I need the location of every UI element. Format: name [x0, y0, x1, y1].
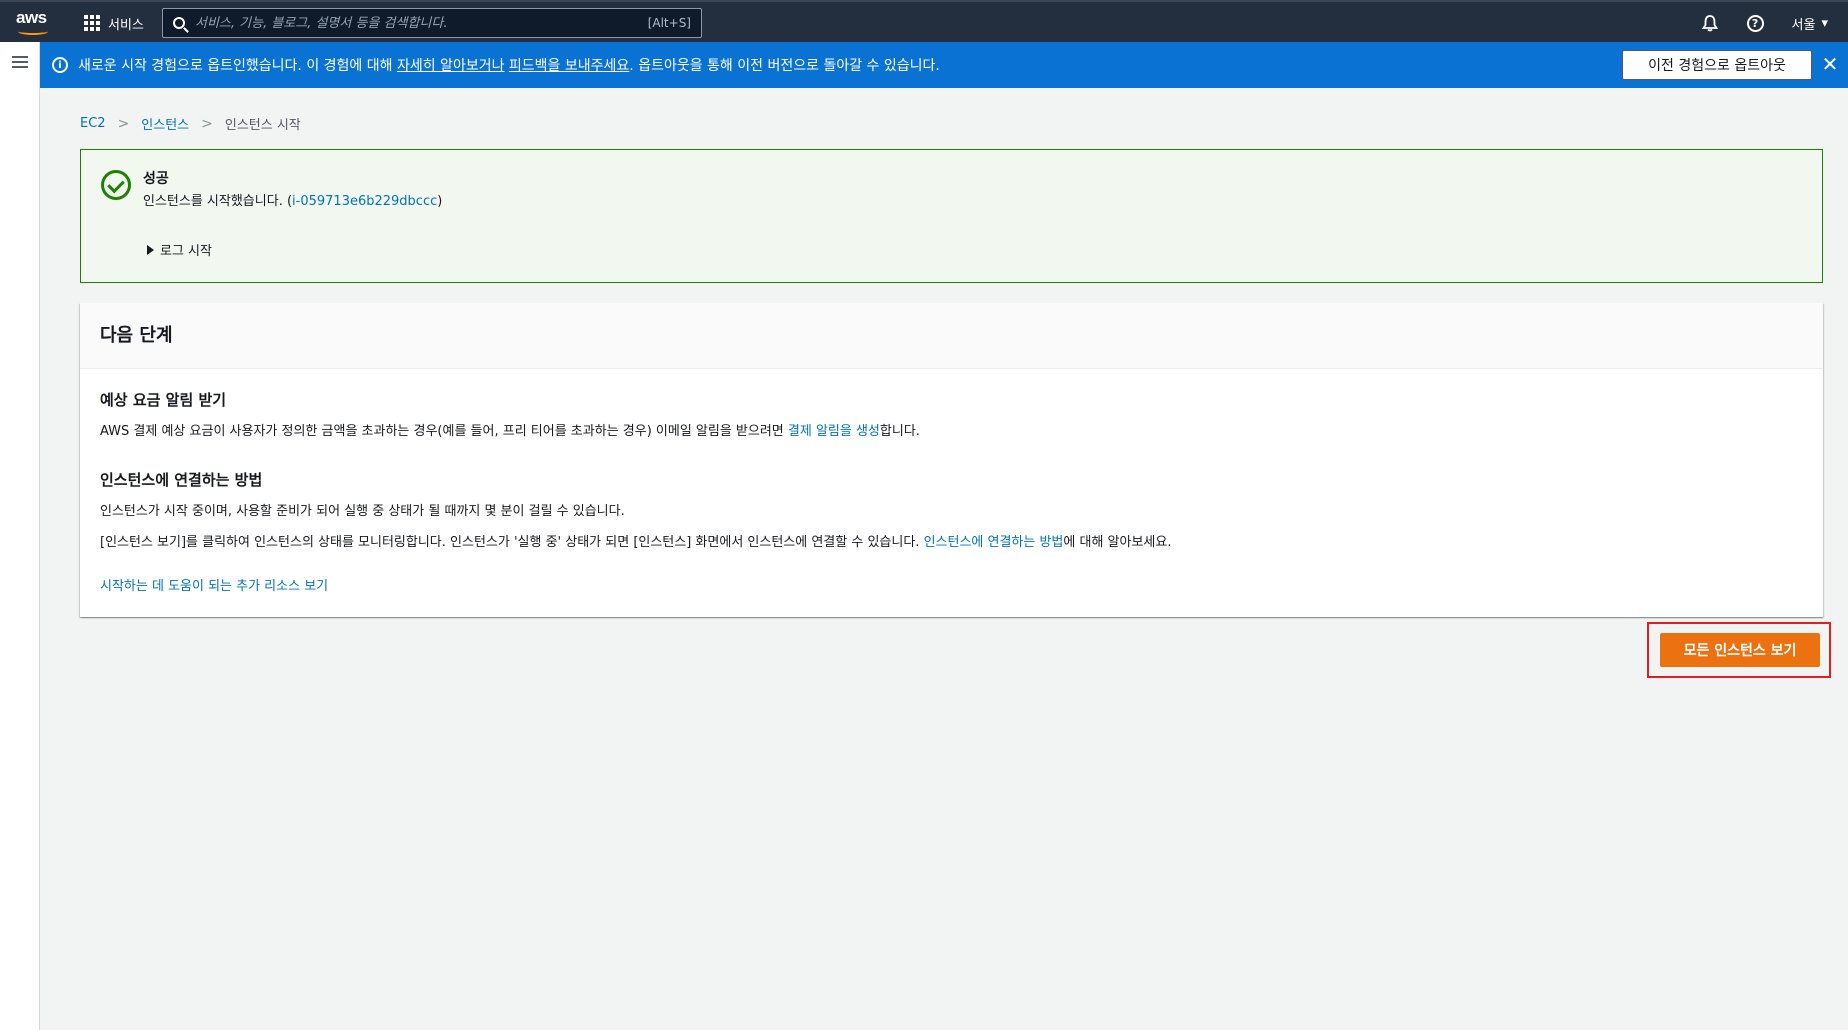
billing-alert-step: 예상 요금 알림 받기 AWS 결제 예상 요금이 사용자가 정의한 금액을 초…: [100, 389, 920, 439]
side-navigation: [0, 42, 40, 1030]
breadcrumb-ec2[interactable]: EC2: [80, 116, 106, 131]
services-label: 서비스: [108, 17, 144, 33]
launch-log-label: 로그 시작: [160, 244, 212, 259]
connect-title: 인스턴스에 연결하는 방법: [100, 471, 263, 489]
success-message: 인스턴스를 시작했습니다. (i-059713e6b229dbccc): [143, 190, 442, 209]
connect-step: 인스턴스에 연결하는 방법 인스턴스가 시작 중이며, 사용할 준비가 되어 실…: [100, 469, 1171, 550]
billing-alert-title: 예상 요금 알림 받기: [100, 391, 227, 409]
search-shortcut-hint: [Alt+S]: [647, 16, 691, 30]
logo-text: aws: [16, 8, 47, 27]
billing-text-start: AWS 결제 예상 요금이 사용자가 정의한 금액을 초과하는 경우(예를 들어…: [100, 424, 788, 439]
close-icon[interactable]: ✕: [1820, 54, 1840, 74]
highlight-box: 모든 인스턴스 보기: [1647, 622, 1831, 678]
billing-text-end: 합니다.: [879, 424, 920, 439]
additional-resources-link[interactable]: 시작하는 데 도움이 되는 추가 리소스 보기: [100, 575, 328, 594]
success-title: 성공: [143, 171, 169, 187]
connect-text-line2: [인스턴스 보기]를 클릭하여 인스턴스의 상태를 모니터링합니다. 인스턴스가…: [100, 531, 1171, 550]
region-selector[interactable]: 서울 ▾: [1792, 14, 1828, 33]
success-message-end: ): [437, 194, 443, 209]
grid-icon: [84, 15, 100, 31]
instance-id-link[interactable]: i-059713e6b229dbccc: [292, 194, 437, 209]
aws-logo[interactable]: aws: [16, 8, 52, 36]
connect-text-start: [인스턴스 보기]를 클릭하여 인스턴스의 상태를 모니터링합니다. 인스턴스가…: [100, 535, 924, 550]
nav-right-group: ? 서울 ▾: [1701, 10, 1828, 36]
launch-log-expander[interactable]: 로그 시작: [147, 240, 212, 259]
success-alert: 성공 인스턴스를 시작했습니다. (i-059713e6b229dbccc) 로…: [80, 149, 1823, 283]
view-all-instances-button[interactable]: 모든 인스턴스 보기: [1660, 633, 1820, 667]
info-icon: i: [52, 57, 68, 73]
caret-right-icon: [147, 244, 154, 255]
breadcrumb: EC2 > 인스턴스 > 인스턴스 시작: [80, 114, 301, 134]
success-message-start: 인스턴스를 시작했습니다. (: [143, 194, 293, 209]
bell-icon[interactable]: [1701, 14, 1719, 32]
feedback-link[interactable]: 피드백을 보내주세요: [509, 58, 629, 74]
top-navigation: aws 서비스 [Alt+S] ? 서울 ▾: [0, 0, 1848, 42]
next-steps-panel: 다음 단계 예상 요금 알림 받기 AWS 결제 예상 요금이 사용자가 정의한…: [80, 303, 1823, 617]
banner-text-end: . 옵트아웃을 통해 이전 버전으로 돌아갈 수 있습니다.: [629, 58, 940, 74]
connect-text-line1: 인스턴스가 시작 중이며, 사용할 준비가 되어 실행 중 상태가 될 때까지 …: [100, 504, 625, 519]
search-box[interactable]: [Alt+S]: [162, 8, 702, 38]
create-billing-alert-link[interactable]: 결제 알림을 생성: [788, 424, 880, 439]
logo-smile: [18, 28, 48, 35]
caret-down-icon: ▾: [1821, 15, 1828, 31]
search-icon: [173, 17, 185, 29]
check-circle-icon: [101, 170, 131, 200]
services-menu-button[interactable]: 서비스: [84, 11, 144, 35]
breadcrumb-instances[interactable]: 인스턴스: [141, 114, 189, 133]
banner-message: 새로운 시작 경험으로 옵트인했습니다. 이 경험에 대해 자세히 알아보거나 …: [78, 55, 940, 75]
connect-text-end: 에 대해 알아보세요.: [1063, 535, 1172, 550]
region-label: 서울: [1791, 17, 1816, 33]
next-steps-title: 다음 단계: [80, 303, 1823, 369]
banner-text-start: 새로운 시작 경험으로 옵트인했습니다. 이 경험에 대해: [78, 58, 397, 74]
search-input[interactable]: [195, 15, 648, 31]
learn-more-link[interactable]: 자세히 알아보거나: [397, 58, 505, 74]
help-icon[interactable]: ?: [1746, 14, 1764, 32]
menu-icon[interactable]: [12, 56, 28, 68]
info-banner: i 새로운 시작 경험으로 옵트인했습니다. 이 경험에 대해 자세히 알아보거…: [40, 42, 1848, 88]
connect-howto-link[interactable]: 인스턴스에 연결하는 방법: [924, 535, 1064, 550]
chevron-right-icon: >: [117, 115, 130, 132]
billing-alert-text: AWS 결제 예상 요금이 사용자가 정의한 금액을 초과하는 경우(예를 들어…: [100, 420, 920, 439]
chevron-right-icon: >: [201, 115, 213, 132]
breadcrumb-current: 인스턴스 시작: [224, 118, 301, 133]
optout-button[interactable]: 이전 경험으로 옵트아웃: [1622, 50, 1812, 80]
